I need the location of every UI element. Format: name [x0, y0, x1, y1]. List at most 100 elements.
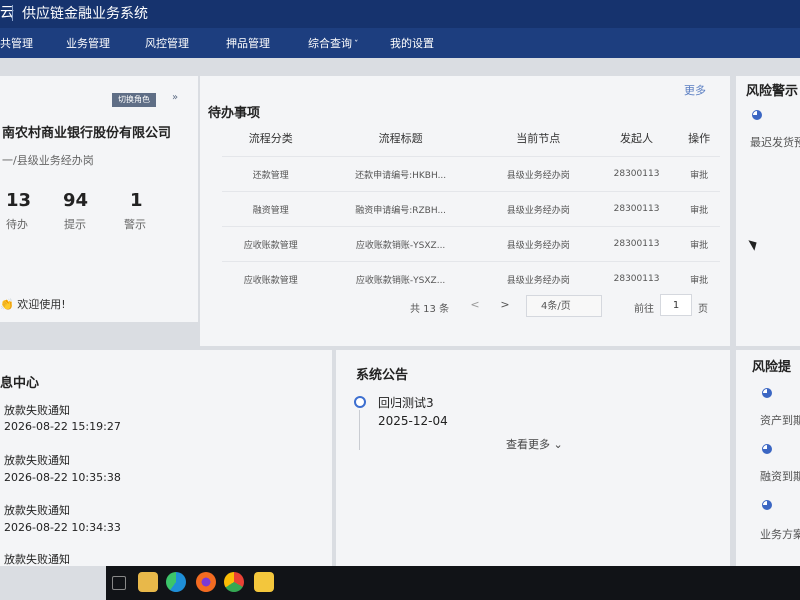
cell-category: 应收账款管理: [222, 226, 320, 262]
message-time: 2026-08-22 10:34:33: [4, 521, 121, 534]
welcome-message: 👏 欢迎使用!: [0, 296, 66, 312]
pagination-total: 共 13 条: [410, 304, 450, 315]
todo-header-row: 流程分类 流程标题 当前节点 发起人 操作: [222, 120, 720, 157]
risk-tip-item[interactable]: 融资到期: [760, 468, 800, 484]
goto-label: 前往: [634, 304, 654, 315]
file-explorer-icon[interactable]: [138, 572, 158, 592]
col-action: 操作: [688, 132, 711, 145]
nav-item-query[interactable]: 综合查询 ˇ: [308, 35, 359, 51]
announcement-item-date: 2025-12-04: [378, 414, 448, 428]
announcement-title: 系统公告: [356, 368, 409, 383]
nav-item-collateral[interactable]: 押品管理: [226, 35, 270, 51]
bank-name: 南农村商业银行股份有限公司: [2, 126, 172, 141]
cell-category: 还款管理: [222, 156, 320, 192]
app-icon[interactable]: [254, 572, 274, 592]
col-node: 当前节点: [516, 132, 561, 145]
double-chevron-down-icon: ⌄: [553, 438, 563, 451]
welcome-text: 欢迎使用!: [17, 298, 66, 311]
cell-title: 还款申请编号:HKBH...: [319, 156, 482, 192]
message-time: 2026-08-22 15:19:27: [4, 420, 121, 433]
pie-chart-icon: [752, 110, 762, 120]
cell-category: 融资管理: [222, 191, 320, 227]
todo-more-link[interactable]: 更多: [684, 82, 706, 98]
table-row[interactable]: 应收账款管理 应收账款销账-YSXZ... 县级业务经办岗 28300113 审…: [222, 261, 720, 296]
message-title[interactable]: 放款失败通知: [4, 402, 70, 418]
page-size-select[interactable]: 4条/页: [526, 295, 602, 317]
message-title[interactable]: 放款失败通知: [4, 551, 70, 567]
next-page-button[interactable]: >: [496, 296, 514, 314]
user-role: 一/县级业务经办岗: [2, 154, 94, 167]
stat-todo-value[interactable]: 13: [6, 190, 31, 211]
see-more-link[interactable]: 查看更多 ⌄: [506, 436, 563, 452]
chevron-down-icon: ˇ: [354, 40, 359, 50]
stat-tip-value[interactable]: 94: [63, 190, 88, 211]
message-title[interactable]: 放款失败通知: [4, 452, 70, 468]
approve-link[interactable]: 审批: [678, 191, 720, 227]
chrome-icon[interactable]: [224, 572, 244, 592]
approve-link[interactable]: 审批: [678, 226, 720, 262]
app-logo: 云: [0, 5, 14, 21]
os-taskbar: [106, 566, 800, 600]
risk-warning-title: 风险警示: [746, 84, 799, 99]
wave-icon: 👏: [0, 298, 14, 311]
message-center-title: 息中心: [0, 376, 40, 391]
cell-category: 应收账款管理: [222, 261, 320, 296]
title-bar: 云 供应链金融业务系统: [0, 0, 800, 28]
todo-table: 流程分类 流程标题 当前节点 发起人 操作 还款管理 还款申请编号:HKBH..…: [222, 120, 720, 296]
nav-item-risk[interactable]: 风控管理: [145, 35, 189, 51]
cell-title: 融资申请编号:RZBH...: [319, 191, 482, 227]
message-title[interactable]: 放款失败通知: [4, 502, 70, 518]
risk-warning-item[interactable]: 最迟发货预: [750, 134, 800, 150]
nav-item-business[interactable]: 业务管理: [66, 35, 110, 51]
pie-chart-icon: [762, 444, 772, 454]
timeline-line: [359, 410, 360, 450]
todo-title: 待办事项: [208, 106, 261, 121]
risk-warning-panel: [736, 76, 800, 346]
goto-page-input[interactable]: 1: [660, 294, 692, 316]
stat-tip-label: 提示: [64, 218, 86, 231]
col-initiator: 发起人: [620, 132, 654, 145]
cell-node: 县级业务经办岗: [481, 261, 595, 296]
edge-browser-icon[interactable]: [166, 572, 186, 592]
table-row[interactable]: 还款管理 还款申请编号:HKBH... 县级业务经办岗 28300113 审批: [222, 156, 720, 192]
cell-initiator: 28300113: [594, 191, 679, 227]
risk-tips-title: 风险提: [752, 360, 792, 375]
task-view-icon[interactable]: [112, 576, 126, 590]
announcement-item-title[interactable]: 回归测试3: [378, 394, 434, 411]
cell-node: 县级业务经办岗: [481, 156, 595, 192]
stat-warn-value[interactable]: 1: [130, 190, 143, 211]
approve-link[interactable]: 审批: [678, 261, 720, 296]
app-title: 供应链金融业务系统: [22, 6, 148, 22]
nav-item-settings[interactable]: 我的设置: [390, 35, 434, 51]
message-time: 2026-08-22 10:35:38: [4, 471, 121, 484]
risk-tip-item[interactable]: 资产到期: [760, 412, 800, 428]
page-suffix: 页: [698, 304, 708, 315]
prev-page-button[interactable]: <: [466, 296, 484, 314]
cell-title: 应收账款销账-YSXZ...: [319, 226, 482, 262]
chevron-right-icon: »: [172, 92, 179, 103]
col-category: 流程分类: [248, 132, 293, 145]
switch-role-button[interactable]: 切换角色: [112, 93, 156, 107]
cell-initiator: 28300113: [594, 261, 679, 296]
page-size-value: 4条/页: [541, 301, 571, 312]
stat-todo-label: 待办: [6, 218, 28, 231]
cell-node: 县级业务经办岗: [481, 191, 595, 227]
pie-chart-icon: [762, 500, 772, 510]
approve-link[interactable]: 审批: [678, 156, 720, 192]
main-nav: 共管理 业务管理 风控管理 押品管理 综合查询 ˇ 我的设置: [0, 28, 800, 58]
cell-initiator: 28300113: [594, 156, 679, 192]
table-row[interactable]: 融资管理 融资申请编号:RZBH... 县级业务经办岗 28300113 审批: [222, 191, 720, 227]
nav-item-query-label: 综合查询: [308, 37, 352, 50]
nav-item-public[interactable]: 共管理: [0, 35, 33, 51]
pie-chart-icon: [762, 388, 772, 398]
table-row[interactable]: 应收账款管理 应收账款销账-YSXZ... 县级业务经办岗 28300113 审…: [222, 226, 720, 262]
cell-initiator: 28300113: [594, 226, 679, 262]
col-title: 流程标题: [378, 132, 423, 145]
see-more-label: 查看更多: [506, 438, 550, 451]
stat-warn-label: 警示: [124, 218, 146, 231]
cell-node: 县级业务经办岗: [481, 226, 595, 262]
firefox-icon[interactable]: [196, 572, 216, 592]
cell-title: 应收账款销账-YSXZ...: [319, 261, 482, 296]
risk-tip-item[interactable]: 业务方案: [760, 526, 800, 542]
logo-divider: [12, 5, 13, 21]
